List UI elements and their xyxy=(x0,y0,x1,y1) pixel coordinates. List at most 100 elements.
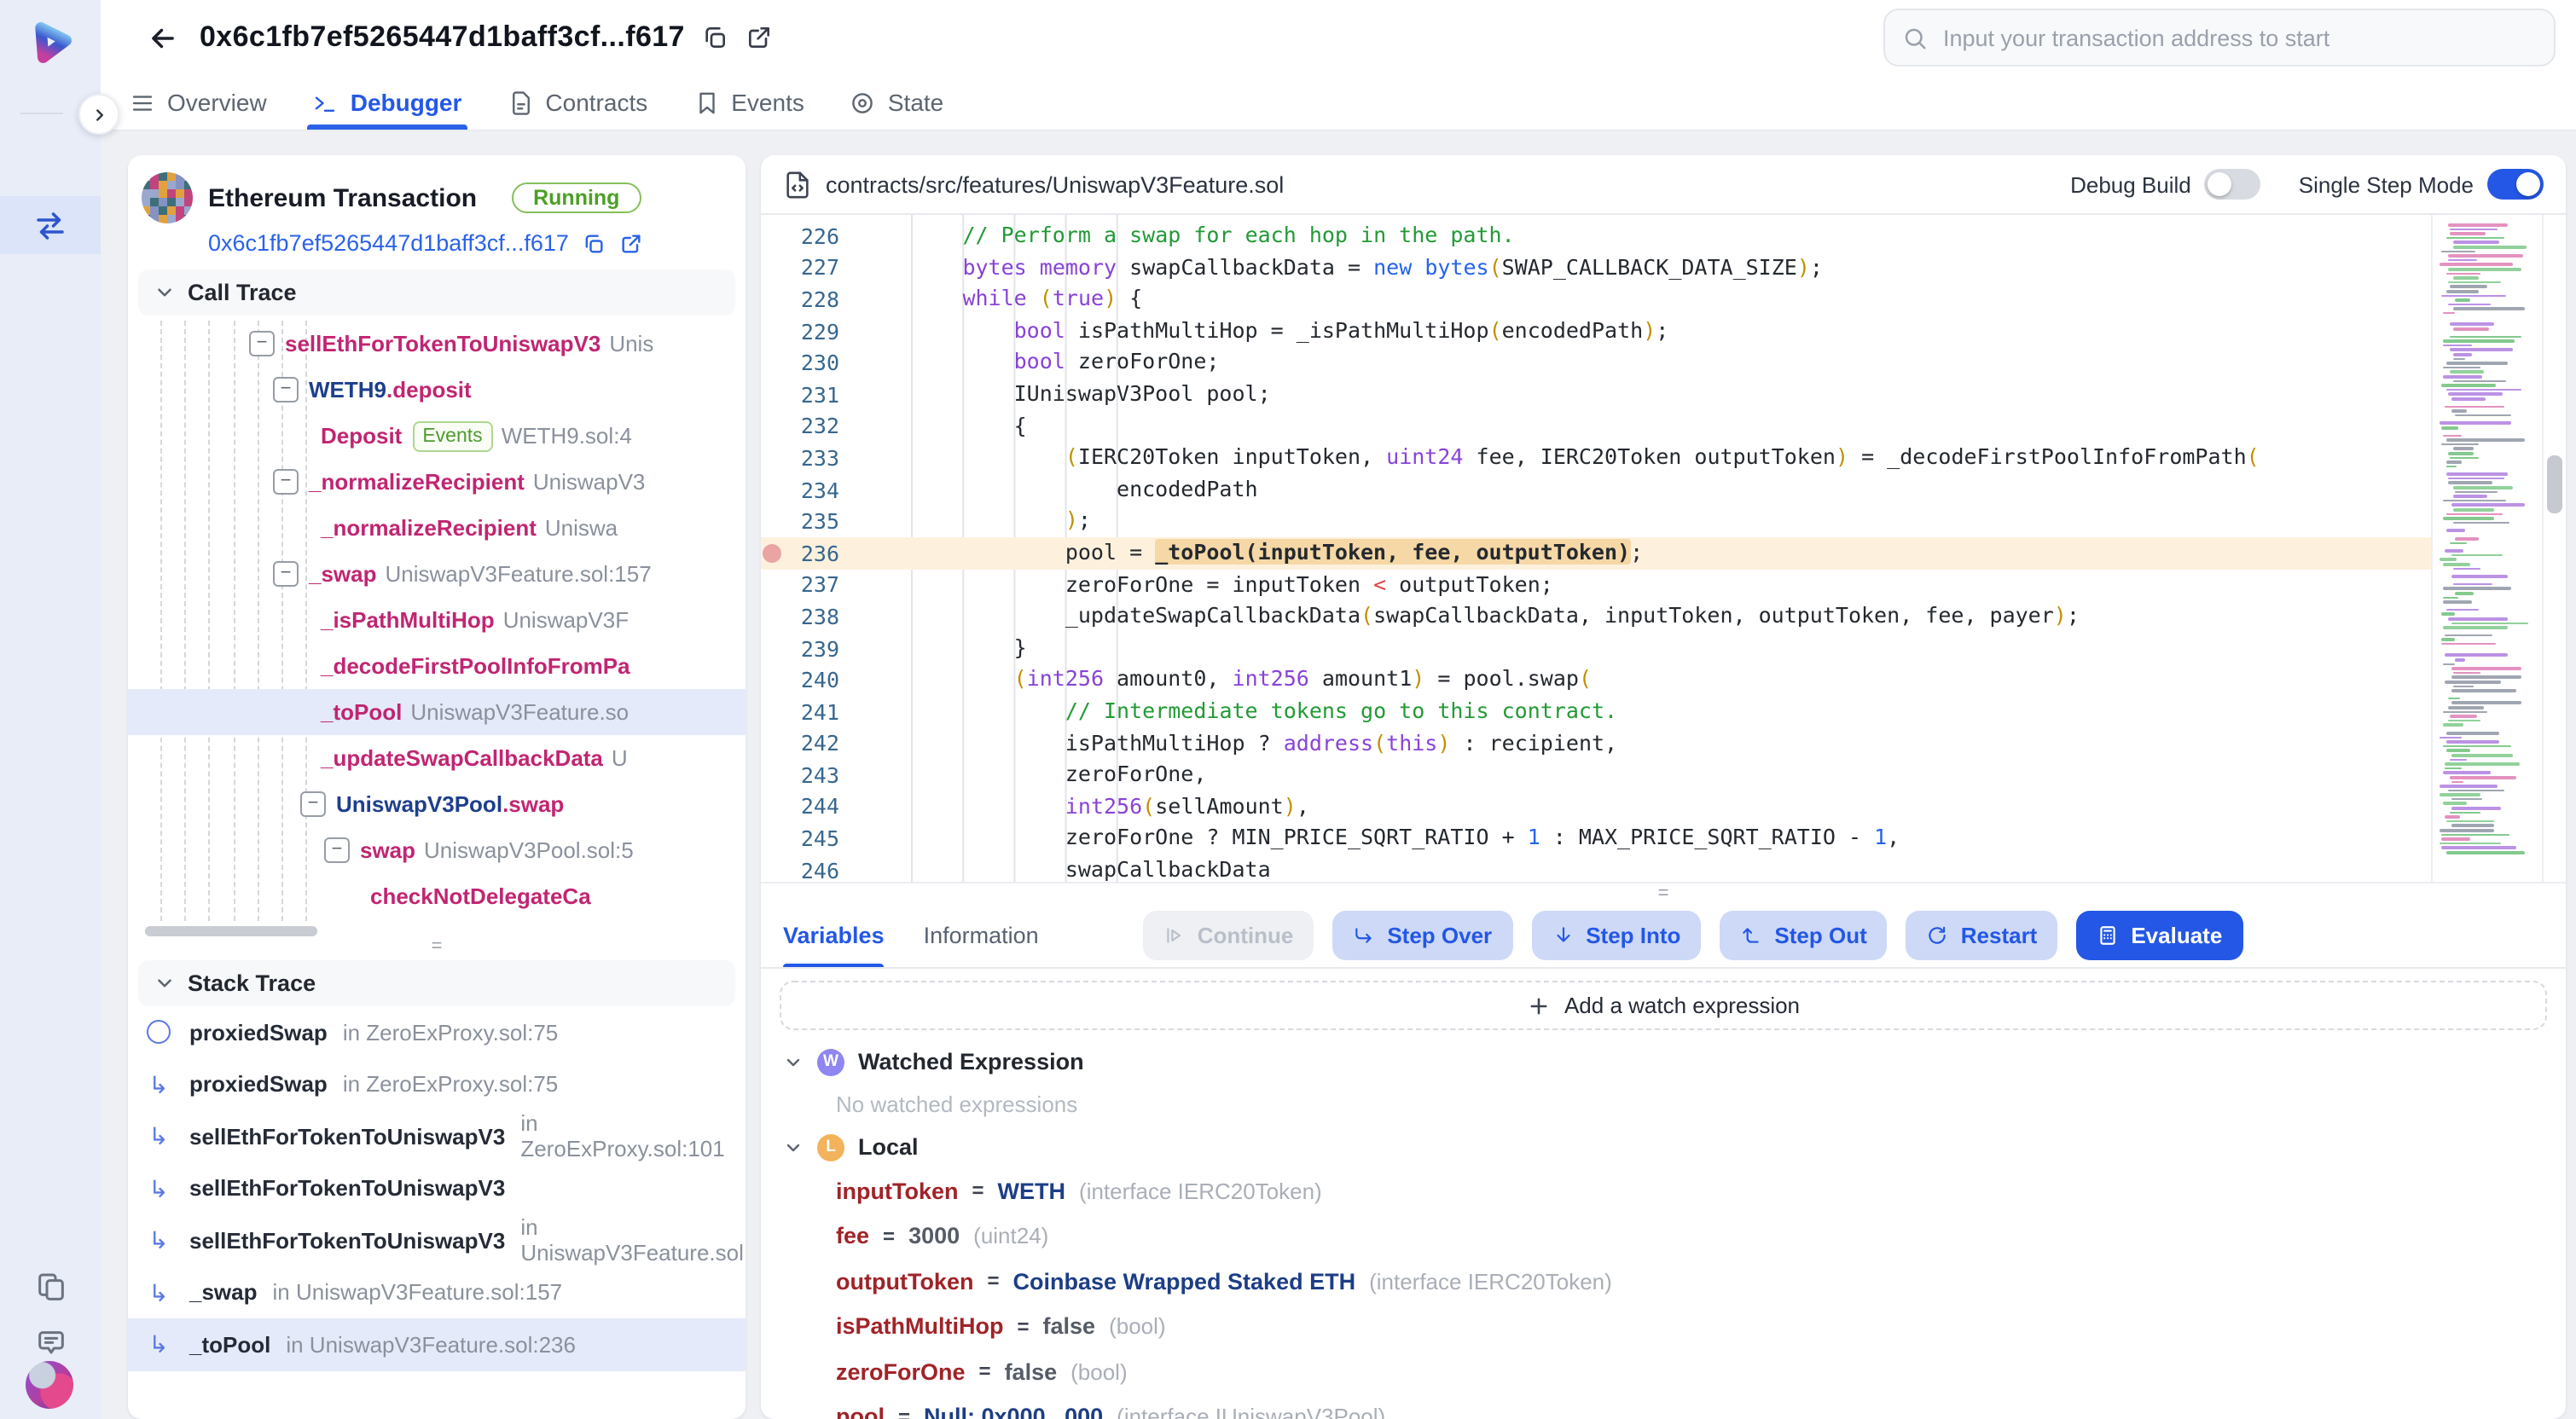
call-trace-item[interactable]: −UniswapV3Pool.swap xyxy=(128,781,746,827)
code-line[interactable]: 231 IUniswapV3Pool pool; xyxy=(761,379,2431,410)
evaluate-button[interactable]: Evaluate xyxy=(2076,911,2242,960)
call-trace-item[interactable]: _toPoolUniswapV3Feature.so xyxy=(128,689,746,735)
rail-item-transactions[interactable] xyxy=(0,196,101,254)
call-trace-item[interactable]: −_normalizeRecipientUniswapV3 xyxy=(128,459,746,505)
code-line[interactable]: 245 zeroForOne ? MIN_PRICE_SQRT_RATIO + … xyxy=(761,823,2431,854)
single-step-toggle[interactable] xyxy=(2487,169,2544,200)
local-section[interactable]: L Local xyxy=(783,1126,2544,1168)
stack-trace-item[interactable]: ↳sellEthForTokenToUniswapV3 xyxy=(128,1162,746,1214)
variable-value[interactable]: Null: 0x000...000 xyxy=(924,1405,1103,1419)
code-line[interactable]: 240 (int256 amount0, int256 amount1) = p… xyxy=(761,664,2431,696)
variable-row[interactable]: inputToken=WETH(interface IERC20Token) xyxy=(783,1168,2544,1213)
call-trace-item[interactable]: _decodeFirstPoolInfoFromPa xyxy=(128,643,746,689)
stack-trace-item[interactable]: ↳sellEthForTokenToUniswapV3in ZeroExProx… xyxy=(128,1110,746,1162)
collapse-box-icon[interactable]: − xyxy=(324,837,350,863)
variable-value[interactable]: Coinbase Wrapped Staked ETH xyxy=(1013,1269,1356,1294)
tab-state[interactable]: State xyxy=(850,75,943,130)
call-trace-item[interactable]: _updateSwapCallbackDataU xyxy=(128,735,746,781)
scrollbar-thumb[interactable] xyxy=(2547,455,2562,513)
watched-expression-section[interactable]: W Watched Expression xyxy=(783,1040,2544,1083)
code-line[interactable]: 230 bool zeroForOne; xyxy=(761,347,2431,379)
code-line[interactable]: 233 (IERC20Token inputToken, uint24 fee,… xyxy=(761,442,2431,473)
code-line[interactable]: 228 while (true) { xyxy=(761,283,2431,315)
variable-row[interactable]: pool=Null: 0x000...000(interface IUniswa… xyxy=(783,1394,2544,1419)
minimap-line xyxy=(2446,272,2481,275)
code-line[interactable]: 238 _updateSwapCallbackData(swapCallback… xyxy=(761,600,2431,632)
restart-button[interactable]: Restart xyxy=(1906,911,2058,960)
call-trace-item[interactable]: DepositEventsWETH9.sol:4 xyxy=(128,413,746,459)
code-line[interactable]: 244 int256(sellAmount), xyxy=(761,791,2431,822)
variable-value[interactable]: WETH xyxy=(998,1179,1066,1204)
external-link-icon[interactable] xyxy=(620,231,644,255)
minimap-line xyxy=(2445,465,2456,467)
collapse-box-icon[interactable]: − xyxy=(273,469,299,495)
variable-row[interactable]: outputToken=Coinbase Wrapped Staked ETH(… xyxy=(783,1259,2544,1304)
rail-item-docs[interactable] xyxy=(0,1271,101,1305)
vertical-scrollbar[interactable] xyxy=(2542,215,2566,882)
code-minimap[interactable] xyxy=(2431,215,2542,882)
stack-trace-item[interactable]: ↳_toPoolin UniswapV3Feature.sol:236 xyxy=(128,1318,746,1370)
continue-button[interactable]: Continue xyxy=(1143,911,1314,960)
collapse-box-icon[interactable]: − xyxy=(300,791,326,817)
code-line[interactable]: 227 bytes memory swapCallbackData = new … xyxy=(761,252,2431,283)
call-trace-item[interactable]: _normalizeRecipientUniswa xyxy=(128,505,746,551)
back-button[interactable] xyxy=(147,21,179,54)
user-avatar[interactable] xyxy=(26,1361,73,1409)
copy-icon[interactable] xyxy=(702,24,729,51)
debug-build-toggle[interactable] xyxy=(2205,169,2261,200)
step-out-button[interactable]: Step Out xyxy=(1720,911,1887,960)
call-trace-item[interactable]: −WETH9.deposit xyxy=(128,367,746,413)
call-trace-item[interactable]: −swapUniswapV3Pool.sol:5 xyxy=(128,827,746,873)
code-line[interactable]: 234 encodedPath xyxy=(761,474,2431,506)
stack-trace-item[interactable]: ↳_swapin UniswapV3Feature.sol:157 xyxy=(128,1266,746,1318)
debug-tab-variables[interactable]: Variables xyxy=(783,904,885,967)
panel-resize-handle[interactable]: = xyxy=(128,936,746,957)
collapse-box-icon[interactable]: − xyxy=(249,331,275,356)
code-line[interactable]: 242 isPathMultiHop ? address(this) : rec… xyxy=(761,727,2431,759)
add-watch-expression[interactable]: Add a watch expression xyxy=(780,981,2547,1030)
code-line[interactable]: 239 } xyxy=(761,632,2431,663)
code-area[interactable]: 226 // Perform a swap for each hop in th… xyxy=(761,215,2431,882)
tab-contracts[interactable]: Contracts xyxy=(508,75,647,130)
code-line[interactable]: 237 zeroForOne = inputToken < outputToke… xyxy=(761,569,2431,600)
variable-row[interactable]: zeroForOne=false(bool) xyxy=(783,1349,2544,1394)
code-line[interactable]: 243 zeroForOne, xyxy=(761,759,2431,791)
call-trace-item[interactable]: −_swapUniswapV3Feature.sol:157 xyxy=(128,551,746,597)
sidebar-expand-button[interactable] xyxy=(78,94,119,135)
debug-tab-information[interactable]: Information xyxy=(924,904,1039,967)
code-line[interactable]: 232 { xyxy=(761,410,2431,442)
search-input[interactable] xyxy=(1940,23,2537,52)
code-line[interactable]: 229 bool isPathMultiHop = _isPathMultiHo… xyxy=(761,316,2431,347)
step-over-button[interactable]: Step Over xyxy=(1332,911,1512,960)
copy-icon[interactable] xyxy=(583,231,606,255)
call-trace-item[interactable]: checkNotDelegateCa xyxy=(128,873,746,919)
step-into-button[interactable]: Step Into xyxy=(1531,911,1701,960)
code-line[interactable]: 241 // Intermediate tokens go to this co… xyxy=(761,696,2431,727)
variable-row[interactable]: isPathMultiHop=false(bool) xyxy=(783,1304,2544,1349)
code-line[interactable]: 236 pool = _toPool(inputToken, fee, outp… xyxy=(761,537,2431,569)
horizontal-scrollbar[interactable] xyxy=(145,926,317,936)
code-line[interactable]: 235 ); xyxy=(761,506,2431,537)
code-line[interactable]: 226 // Perform a swap for each hop in th… xyxy=(761,220,2431,252)
breakpoint-icon[interactable] xyxy=(761,543,783,562)
collapse-box-icon[interactable]: − xyxy=(273,377,299,403)
call-trace-header[interactable]: Call Trace xyxy=(138,269,735,316)
stack-trace-item[interactable]: proxiedSwapin ZeroExProxy.sol:75 xyxy=(128,1006,746,1058)
stack-trace-header[interactable]: Stack Trace xyxy=(138,960,735,1006)
code-line[interactable]: 246 swapCallbackData xyxy=(761,854,2431,882)
tab-events[interactable]: Events xyxy=(693,75,804,130)
external-link-icon[interactable] xyxy=(746,24,774,51)
collapse-box-icon[interactable]: − xyxy=(273,561,299,587)
rail-item-feedback[interactable] xyxy=(0,1327,101,1361)
stack-trace-item[interactable]: ↳proxiedSwapin ZeroExProxy.sol:75 xyxy=(128,1058,746,1110)
tab-overview[interactable]: Overview xyxy=(130,75,267,130)
tab-debugger[interactable]: Debugger xyxy=(313,75,462,130)
stack-trace-item[interactable]: ↳sellEthForTokenToUniswapV3in UniswapV3F… xyxy=(128,1214,746,1266)
app-logo-icon[interactable] xyxy=(23,15,78,70)
transaction-hash-link[interactable]: 0x6c1fb7ef5265447d1baff3cf...f617 xyxy=(208,230,569,256)
call-trace-item[interactable]: −sellEthForTokenToUniswapV3Unis xyxy=(128,321,746,367)
editor-resize-handle[interactable]: = xyxy=(761,883,2566,904)
variable-row[interactable]: fee=3000(uint24) xyxy=(783,1213,2544,1259)
transaction-search[interactable] xyxy=(1883,9,2556,67)
call-trace-item[interactable]: _isPathMultiHopUniswapV3F xyxy=(128,597,746,643)
